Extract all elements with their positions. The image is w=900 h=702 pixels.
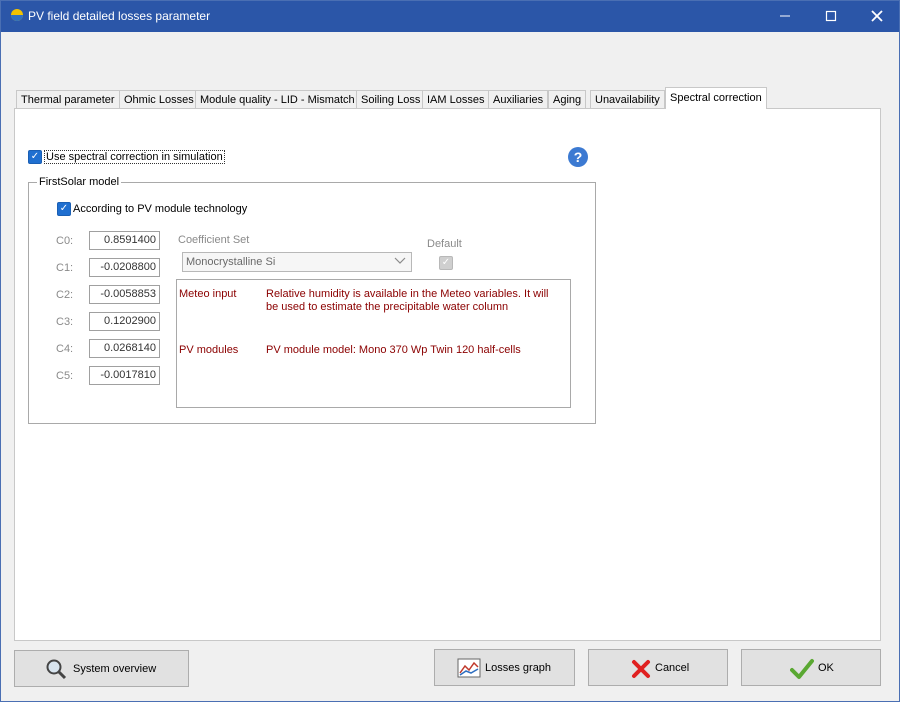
cancel-button[interactable]: Cancel: [588, 649, 728, 686]
meteo-input-key: Meteo input: [179, 288, 237, 300]
coef-c2-label: C2:: [56, 289, 74, 301]
title-bar[interactable]: PV field detailed losses parameter: [0, 0, 900, 32]
pv-modules-key: PV modules: [179, 344, 239, 356]
magnifier-icon: [45, 658, 67, 683]
tab-aging[interactable]: Aging: [548, 90, 587, 108]
default-label: Default: [427, 238, 462, 250]
coef-c3-label: C3:: [56, 316, 74, 328]
tab-spectral-correction[interactable]: Spectral correction: [665, 87, 767, 109]
according-technology-label[interactable]: According to PV module technology: [73, 203, 247, 215]
coef-c0-label: C0:: [56, 235, 74, 247]
meteo-input-text: Relative humidity is available in the Me…: [266, 288, 549, 313]
red-x-icon: [631, 659, 651, 682]
chart-icon: [457, 658, 481, 681]
window-title: PV field detailed losses parameter: [28, 9, 211, 23]
tab-thermal-parameter[interactable]: Thermal parameter: [16, 90, 120, 108]
close-button[interactable]: [854, 0, 900, 32]
maximize-button[interactable]: [808, 0, 854, 32]
chevron-down-icon: [394, 254, 406, 269]
tab-iam-losses[interactable]: IAM Losses: [422, 90, 490, 108]
tab-unavailability[interactable]: Unavailability: [590, 90, 665, 108]
coef-c1-label: C1:: [56, 262, 74, 274]
cancel-label: Cancel: [655, 662, 690, 674]
coef-c5-field[interactable]: -0.0017810: [89, 366, 160, 385]
tab-ohmic-losses[interactable]: Ohmic Losses: [119, 90, 199, 108]
minimize-button[interactable]: [762, 0, 808, 32]
losses-graph-label: Losses graph: [485, 662, 552, 674]
coef-c0-field[interactable]: 0.8591400: [89, 231, 160, 250]
coef-c2-field[interactable]: -0.0058853: [89, 285, 160, 304]
coef-c5-label: C5:: [56, 370, 74, 382]
coef-c3-field[interactable]: 0.1202900: [89, 312, 160, 331]
system-overview-button[interactable]: System overview: [14, 650, 189, 687]
according-technology-checkbox[interactable]: ✓: [57, 202, 71, 216]
pv-modules-text: PV module model: Mono 370 Wp Twin 120 ha…: [266, 344, 521, 356]
tab-auxiliaries[interactable]: Auxiliaries: [488, 90, 549, 108]
app-sun-icon: [10, 8, 24, 22]
help-icon[interactable]: ?: [568, 147, 588, 167]
use-spectral-checkbox[interactable]: ✓: [28, 150, 42, 164]
coefficient-set-label: Coefficient Set: [178, 234, 250, 246]
green-check-icon: [790, 658, 814, 683]
losses-graph-button[interactable]: Losses graph: [434, 649, 575, 686]
coefficient-set-select[interactable]: Monocrystalline Si: [182, 252, 412, 272]
ok-label: OK: [818, 662, 834, 674]
system-overview-label: System overview: [73, 663, 157, 675]
coef-c4-label: C4:: [56, 343, 74, 355]
tab-module-quality[interactable]: Module quality - LID - Mismatch: [195, 90, 360, 108]
ok-button[interactable]: OK: [741, 649, 881, 686]
coef-c4-field[interactable]: 0.0268140: [89, 339, 160, 358]
default-checkbox[interactable]: ✓: [439, 256, 453, 270]
tab-soiling-loss[interactable]: Soiling Loss: [356, 90, 426, 108]
coef-c1-field[interactable]: -0.0208800: [89, 258, 160, 277]
use-spectral-label[interactable]: Use spectral correction in simulation: [44, 150, 225, 164]
group-title: FirstSolar model: [37, 176, 122, 188]
